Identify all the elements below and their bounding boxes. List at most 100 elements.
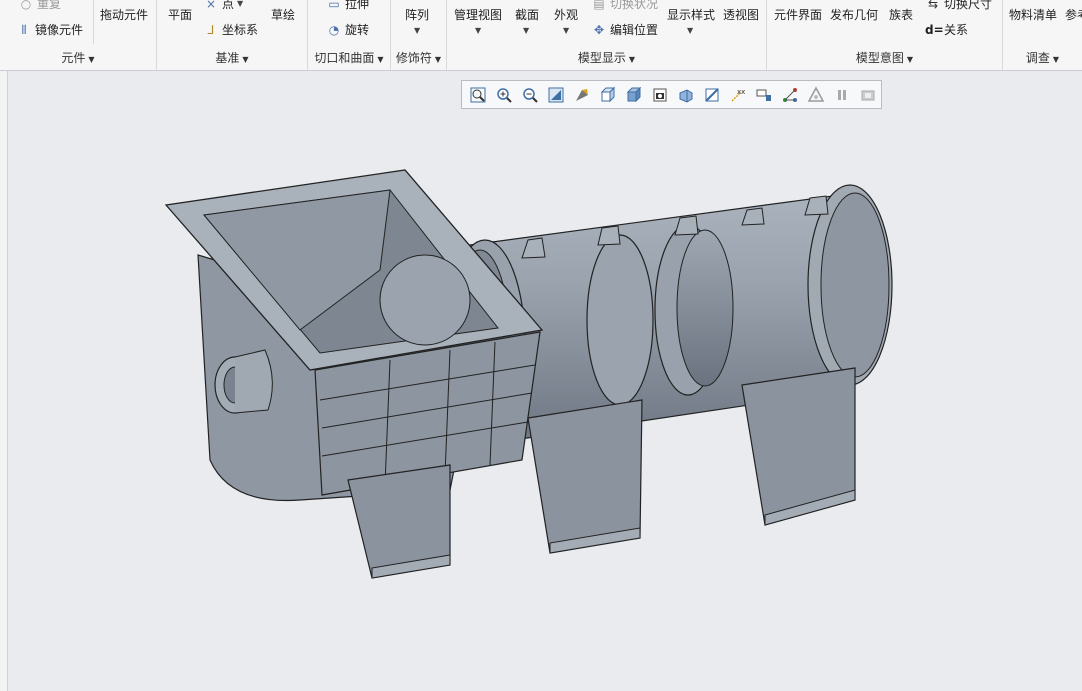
point-label: 点 xyxy=(222,0,235,11)
spin-center-icon xyxy=(783,87,797,102)
spin-center-button[interactable] xyxy=(778,84,802,106)
refit-button[interactable] xyxy=(466,84,490,106)
publish-geometry-button[interactable]: 发布几何 xyxy=(830,6,878,23)
extrude-label: 拉伸 xyxy=(345,0,370,11)
orient-icon xyxy=(576,88,588,101)
group-label-datum[interactable]: 基准 ▼ xyxy=(157,49,307,66)
section-label: 截面 xyxy=(515,8,540,22)
family-table-button[interactable]: 族表 xyxy=(889,6,913,23)
annotation-display-icon xyxy=(756,89,771,101)
drag-components-button[interactable]: 拖动元件 xyxy=(100,6,148,23)
lifting-lug xyxy=(597,225,621,246)
datum-display-button[interactable]: xx xyxy=(726,84,750,106)
switch-state-label: 切换状况 xyxy=(610,0,659,11)
csys-label: 坐标系 xyxy=(222,23,259,37)
section-button-vt[interactable] xyxy=(700,84,724,106)
view-manager-button[interactable] xyxy=(648,84,672,106)
repeat-icon: ○ xyxy=(20,0,32,11)
graphics-toolbar: xx xyxy=(461,80,882,109)
group-label-model-intent[interactable]: 模型意图 ▼ xyxy=(767,49,1002,66)
group-label-investigate[interactable]: 调查 ▼ xyxy=(1003,49,1082,66)
manage-views-label: 管理视图 xyxy=(454,8,503,22)
pause-button[interactable] xyxy=(830,84,854,106)
edit-position-icon: ✥ xyxy=(593,22,605,37)
group-label-model-display-text: 模型显示 xyxy=(577,51,626,65)
chevron-down-icon: ▼ xyxy=(414,26,421,35)
stop-button[interactable] xyxy=(856,84,880,106)
saved-views-button[interactable] xyxy=(596,84,620,106)
relations-button[interactable]: d= 关系 xyxy=(925,21,968,38)
perspective-label: 透视图 xyxy=(723,8,760,22)
repaint-button[interactable] xyxy=(544,84,568,106)
extrude-icon: ▭ xyxy=(328,0,340,11)
group-label-model-display[interactable]: 模型显示 ▼ xyxy=(447,49,766,66)
bom-label: 物料清单 xyxy=(1009,8,1058,22)
group-label-components[interactable]: 元件 ▼ xyxy=(0,49,156,66)
inlet-neck xyxy=(234,349,273,414)
annotation-display-button[interactable] xyxy=(752,84,776,106)
sketch-button[interactable]: 草绘 xyxy=(271,6,295,23)
zoom-in-button[interactable] xyxy=(492,84,516,106)
section-icon xyxy=(705,87,719,102)
extrude-button[interactable]: ▭ 拉伸 xyxy=(326,0,369,12)
switch-state-button[interactable]: ▤ 切换状况 xyxy=(591,0,658,12)
chevron-down-icon: ▼ xyxy=(563,26,570,35)
perspective-button-vt[interactable] xyxy=(674,84,698,106)
zoom-out-icon xyxy=(523,87,538,103)
perspective-icon xyxy=(679,88,693,103)
switch-state-icon: ▤ xyxy=(593,0,605,11)
plane-button[interactable]: 平面 xyxy=(168,6,192,23)
group-label-modifiers[interactable]: 修饰符 ▼ xyxy=(391,49,446,66)
repeat-label: 重复 xyxy=(37,0,62,11)
csys-button[interactable]: ⅃ 坐标系 xyxy=(203,21,258,38)
relations-icon: d= xyxy=(925,22,944,37)
chevron-down-icon: ▼ xyxy=(377,55,384,64)
switch-dimensions-button[interactable]: ⇆ 切换尺寸 xyxy=(925,0,992,12)
publish-geometry-label: 发布几何 xyxy=(830,8,879,22)
relations-label: 关系 xyxy=(944,23,969,37)
chevron-down-icon: ▼ xyxy=(1052,55,1060,64)
group-modifiers: 阵列 ▼ 修饰符 ▼ xyxy=(391,0,447,70)
mirror-component-button[interactable]: ⫴ 镜像元件 xyxy=(16,21,83,38)
point-button[interactable]: × 点 ▼ xyxy=(203,0,243,12)
model-tree-edge[interactable] xyxy=(0,71,8,691)
chevron-down-icon: ▼ xyxy=(242,55,249,64)
separator xyxy=(93,0,94,44)
mirror-icon: ⫴ xyxy=(21,22,27,37)
pause-icon xyxy=(838,89,846,100)
switch-dimensions-icon: ⇆ xyxy=(927,0,939,11)
display-style-button[interactable]: 显示样式 xyxy=(667,6,715,23)
appearance-icon xyxy=(807,85,825,102)
3d-model[interactable] xyxy=(150,160,910,590)
section-button[interactable]: 截面 xyxy=(515,6,539,23)
component-interface-button[interactable]: 元件界面 xyxy=(774,6,822,23)
reference-button[interactable]: 参考 xyxy=(1065,6,1082,23)
perspective-button[interactable]: 透视图 xyxy=(723,6,759,23)
appearance-button[interactable]: 外观 xyxy=(554,6,578,23)
pattern-button[interactable]: 阵列 xyxy=(405,6,429,23)
group-investigate: 物料清单 参考 调查▼ xyxy=(1003,0,1082,70)
appearance-button-vt[interactable] xyxy=(804,84,828,106)
group-label-cut-surface-text: 切口和曲面 xyxy=(314,51,375,65)
csys-icon: ⅃ xyxy=(207,22,215,37)
chevron-down-icon: ▼ xyxy=(523,26,530,35)
pattern-label: 阵列 xyxy=(405,8,430,22)
edit-position-label: 编辑位置 xyxy=(610,23,659,37)
zoom-out-button[interactable] xyxy=(518,84,542,106)
flange-2 xyxy=(586,234,654,406)
bom-button[interactable]: 物料清单 xyxy=(1009,6,1057,23)
end-flange-face xyxy=(820,192,890,378)
revolve-button[interactable]: ◔ 旋转 xyxy=(326,21,369,38)
chevron-down-icon: ▼ xyxy=(237,0,244,8)
edit-position-button[interactable]: ✥ 编辑位置 xyxy=(591,21,658,38)
group-label-cut-surface[interactable]: 切口和曲面 ▼ xyxy=(308,49,390,66)
view-manager-icon xyxy=(653,88,667,101)
display-style-button-vt[interactable] xyxy=(622,84,646,106)
manage-views-button[interactable]: 管理视图 xyxy=(454,6,502,23)
orient-button[interactable] xyxy=(570,84,594,106)
datum-display-icon: xx xyxy=(731,88,745,102)
repeat-button[interactable]: ○ 重复 xyxy=(18,0,61,12)
revolve-icon: ◔ xyxy=(328,22,340,37)
group-label-datum-text: 基准 xyxy=(215,51,240,65)
group-cut-surface: ▭ 拉伸 ◔ 旋转 切口和曲面 ▼ xyxy=(308,0,391,70)
